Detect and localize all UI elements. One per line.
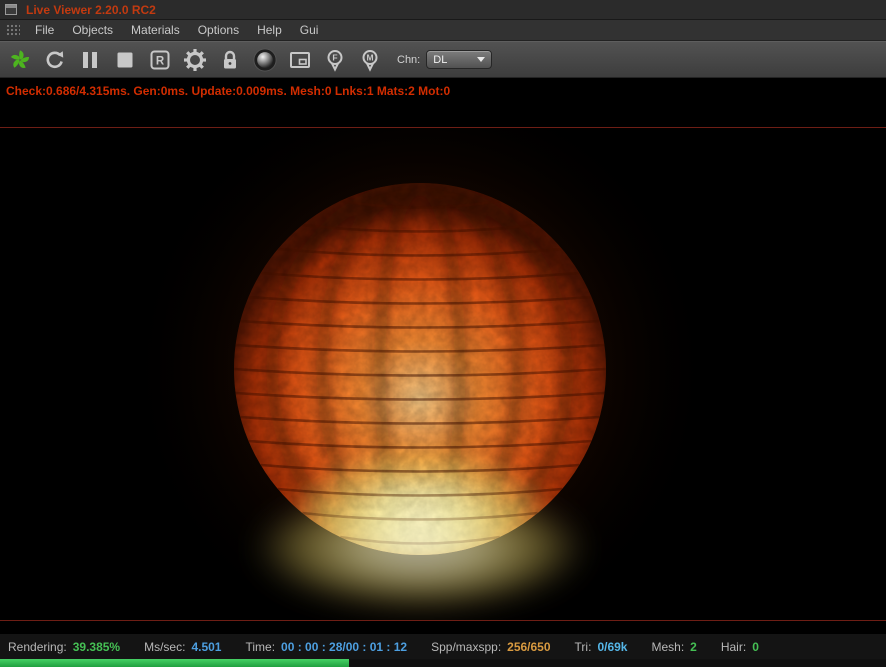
render-progress-bar — [0, 659, 886, 667]
menu-materials[interactable]: Materials — [122, 23, 189, 37]
focus-picker-icon[interactable]: F — [323, 48, 347, 72]
restart-glyph: R — [156, 55, 165, 67]
lantern-render — [125, 128, 715, 620]
render-viewport[interactable]: Check:0.686/4.315ms. Gen:0ms. Update:0.0… — [0, 78, 886, 633]
restart-icon[interactable]: R — [148, 48, 172, 72]
menu-options[interactable]: Options — [189, 23, 248, 37]
live-viewer-window: Live Viewer 2.20.0 RC2 File Objects Mate… — [0, 0, 886, 667]
material-ball-icon[interactable] — [253, 47, 277, 72]
menu-bar: File Objects Materials Options Help Gui — [0, 20, 886, 41]
channel-value: DL — [433, 53, 448, 66]
status-rendering: Rendering: 39.385% — [8, 639, 121, 654]
octane-logo-icon[interactable] — [8, 48, 32, 72]
render-stats-text: Check:0.686/4.315ms. Gen:0ms. Update:0.0… — [6, 84, 451, 98]
lantern-bottom-spill-glow — [252, 486, 588, 610]
status-tri: Tri: 0/69k — [574, 639, 628, 654]
material-picker-icon[interactable]: M — [358, 48, 382, 72]
viewport-top-separator — [0, 127, 886, 128]
toolbar: R F M Chn: DL — [0, 41, 886, 78]
channel-label: Chn: — [397, 53, 421, 66]
gear-icon[interactable] — [183, 48, 207, 72]
status-spp: Spp/maxspp: 256/650 — [431, 639, 551, 654]
render-progress-fill — [0, 659, 349, 667]
region-render-icon[interactable] — [288, 48, 312, 72]
title-bar: Live Viewer 2.20.0 RC2 — [0, 0, 886, 20]
window-icon[interactable] — [5, 4, 17, 15]
status-bar: Rendering: 39.385% Ms/sec: 4.501 Time: 00 :… — [0, 633, 886, 659]
menu-gui[interactable]: Gui — [291, 23, 328, 37]
status-mesh: Mesh: 2 — [651, 639, 697, 654]
channel-selector: Chn: DL — [397, 50, 493, 69]
pause-icon[interactable] — [78, 48, 102, 72]
status-time: Time: 00 : 00 : 28/00 : 01 : 12 — [245, 639, 408, 654]
menu-objects[interactable]: Objects — [63, 23, 122, 37]
window-title: Live Viewer 2.20.0 RC2 — [26, 2, 156, 17]
viewport-bottom-separator — [0, 620, 886, 621]
menu-file[interactable]: File — [26, 23, 63, 37]
material-picker-glyph: M — [366, 52, 373, 62]
chevron-down-icon — [477, 57, 486, 62]
focus-picker-glyph: F — [332, 52, 337, 62]
grip-icon[interactable] — [6, 24, 20, 36]
stop-icon[interactable] — [113, 48, 137, 72]
menu-help[interactable]: Help — [248, 23, 291, 37]
lock-icon[interactable] — [218, 48, 242, 72]
status-ms-sec: Ms/sec: 4.501 — [144, 639, 222, 654]
channel-dropdown[interactable]: DL — [426, 50, 493, 69]
status-hair: Hair: 0 — [720, 639, 759, 654]
refresh-icon[interactable] — [43, 48, 67, 72]
